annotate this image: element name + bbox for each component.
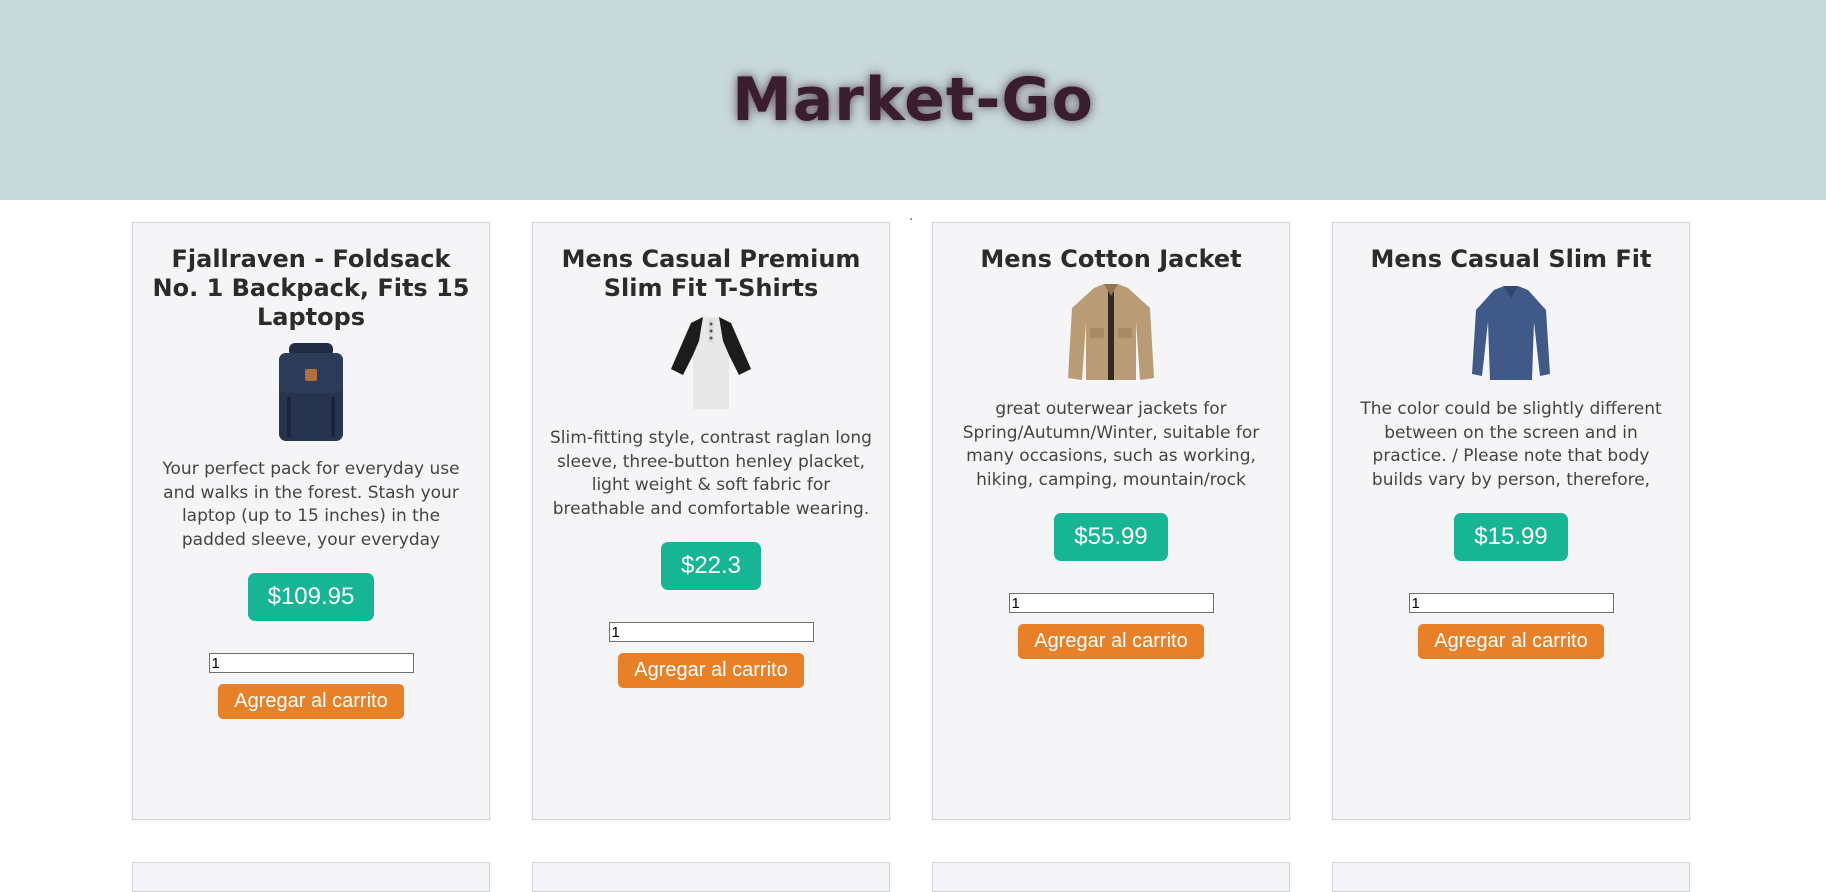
product-description: great outerwear jackets for Spring/Autum… [962,399,1260,490]
raglan-shirt-image [666,311,756,411]
product-description: Your perfect pack for everyday use and w… [162,459,460,550]
quantity-input[interactable] [1008,593,1214,613]
jacket-image [1066,282,1156,382]
product-description: Slim-fitting style, contrast raglan long… [550,428,872,519]
product-title: Fjallraven - Foldsack No. 1 Backpack, Fi… [152,245,470,331]
add-to-cart-button[interactable]: Agregar al carrito [218,684,404,719]
price-badge: $22.3 [660,542,762,590]
long-sleeve-shirt-image [1466,282,1556,382]
site-title: Market-Go [732,65,1094,135]
product-title: Mens Casual Premium Slim Fit T-Shirts [561,245,861,302]
product-card: Mens Casual Slim Fit The color could be … [1332,222,1690,820]
add-to-cart-button[interactable]: Agregar al carrito [618,653,804,688]
product-card: Mens Casual Premium Slim Fit T-Shirts Sl… [532,222,890,820]
divider-dot [910,218,912,220]
quantity-input[interactable] [208,653,414,673]
quantity-input[interactable] [608,622,814,642]
product-description: The color could be slightly different be… [1360,399,1662,490]
price-badge: $55.99 [1054,513,1168,561]
product-card [132,862,490,892]
product-card: Fjallraven - Foldsack No. 1 Backpack, Fi… [132,222,490,820]
product-card: Mens Cotton Jacket great outerwear jacke… [932,222,1290,820]
price-badge: $15.99 [1454,513,1568,561]
product-title: Mens Casual Slim Fit [1370,245,1652,273]
product-card [532,862,890,892]
add-to-cart-button[interactable]: Agregar al carrito [1018,624,1204,659]
backpack-image [266,342,356,442]
site-header: Market-Go [0,0,1826,200]
add-to-cart-button[interactable]: Agregar al carrito [1418,624,1604,659]
price-badge: $109.95 [247,573,375,621]
product-card [1332,862,1690,892]
product-card [932,862,1290,892]
product-title: Mens Cotton Jacket [980,245,1242,273]
quantity-input[interactable] [1408,593,1614,613]
